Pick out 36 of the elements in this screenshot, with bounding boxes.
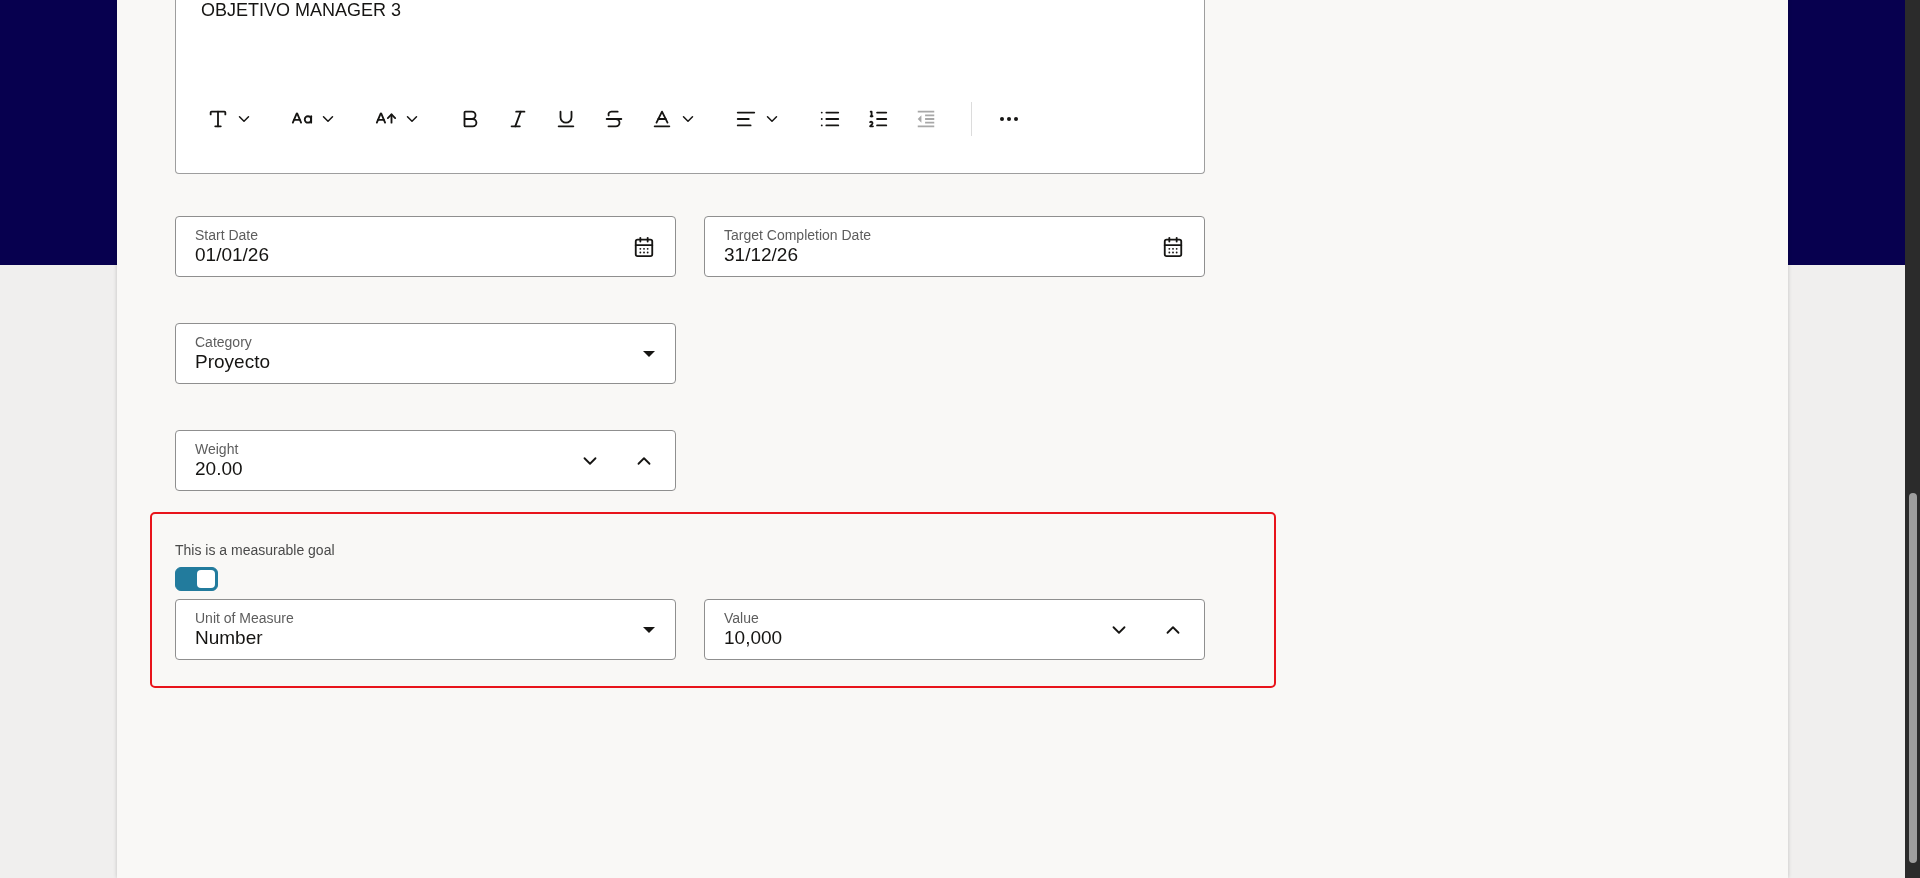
rich-text-editor[interactable]: OBJETIVO MANAGER 3 [175, 0, 1205, 174]
scrollbar[interactable] [1905, 0, 1920, 878]
field-label: Value [724, 610, 760, 627]
text-color-icon [651, 108, 673, 130]
select-field[interactable]: Unit of Measure Number [175, 599, 676, 660]
date-field[interactable]: Target Completion Date 31/12/26 [704, 216, 1205, 277]
outdent-icon [915, 108, 937, 130]
number-field[interactable]: Weight 20.00 [175, 430, 676, 491]
caret-down-icon [643, 626, 655, 633]
toggle-switch[interactable] [175, 567, 218, 591]
editor-text: OBJETIVO MANAGER 3 [201, 0, 403, 20]
caret-down-icon [643, 350, 655, 357]
field-value: Proyecto [195, 351, 271, 373]
strikethrough-icon [603, 108, 625, 130]
date-field[interactable]: Start Date 01/01/26 [175, 216, 676, 277]
field-value: 10,000 [724, 627, 784, 649]
field-value: 01/01/26 [195, 244, 270, 266]
dropdown-button[interactable] [641, 348, 657, 359]
field-label: Weight [195, 441, 240, 458]
field-label: Target Completion Date [724, 227, 873, 244]
calendar-icon [633, 235, 655, 258]
numbering-icon [867, 108, 889, 130]
text-size-icon [207, 108, 229, 130]
field-label: Start Date [195, 227, 260, 244]
field-value: 31/12/26 [724, 244, 799, 266]
field-value: Number [195, 627, 264, 649]
number-field[interactable]: Value 10,000 [704, 599, 1205, 660]
field-label: Category [195, 334, 253, 351]
underline-icon [555, 108, 577, 130]
select-field[interactable]: Category Proyecto [175, 323, 676, 384]
toggle-label: This is a measurable goal [175, 542, 336, 558]
field-value: 20.00 [195, 458, 244, 480]
field-label: Unit of Measure [195, 610, 295, 627]
calendar-icon [1162, 235, 1184, 258]
more-icon [1000, 117, 1018, 121]
dropdown-button[interactable] [641, 624, 657, 635]
